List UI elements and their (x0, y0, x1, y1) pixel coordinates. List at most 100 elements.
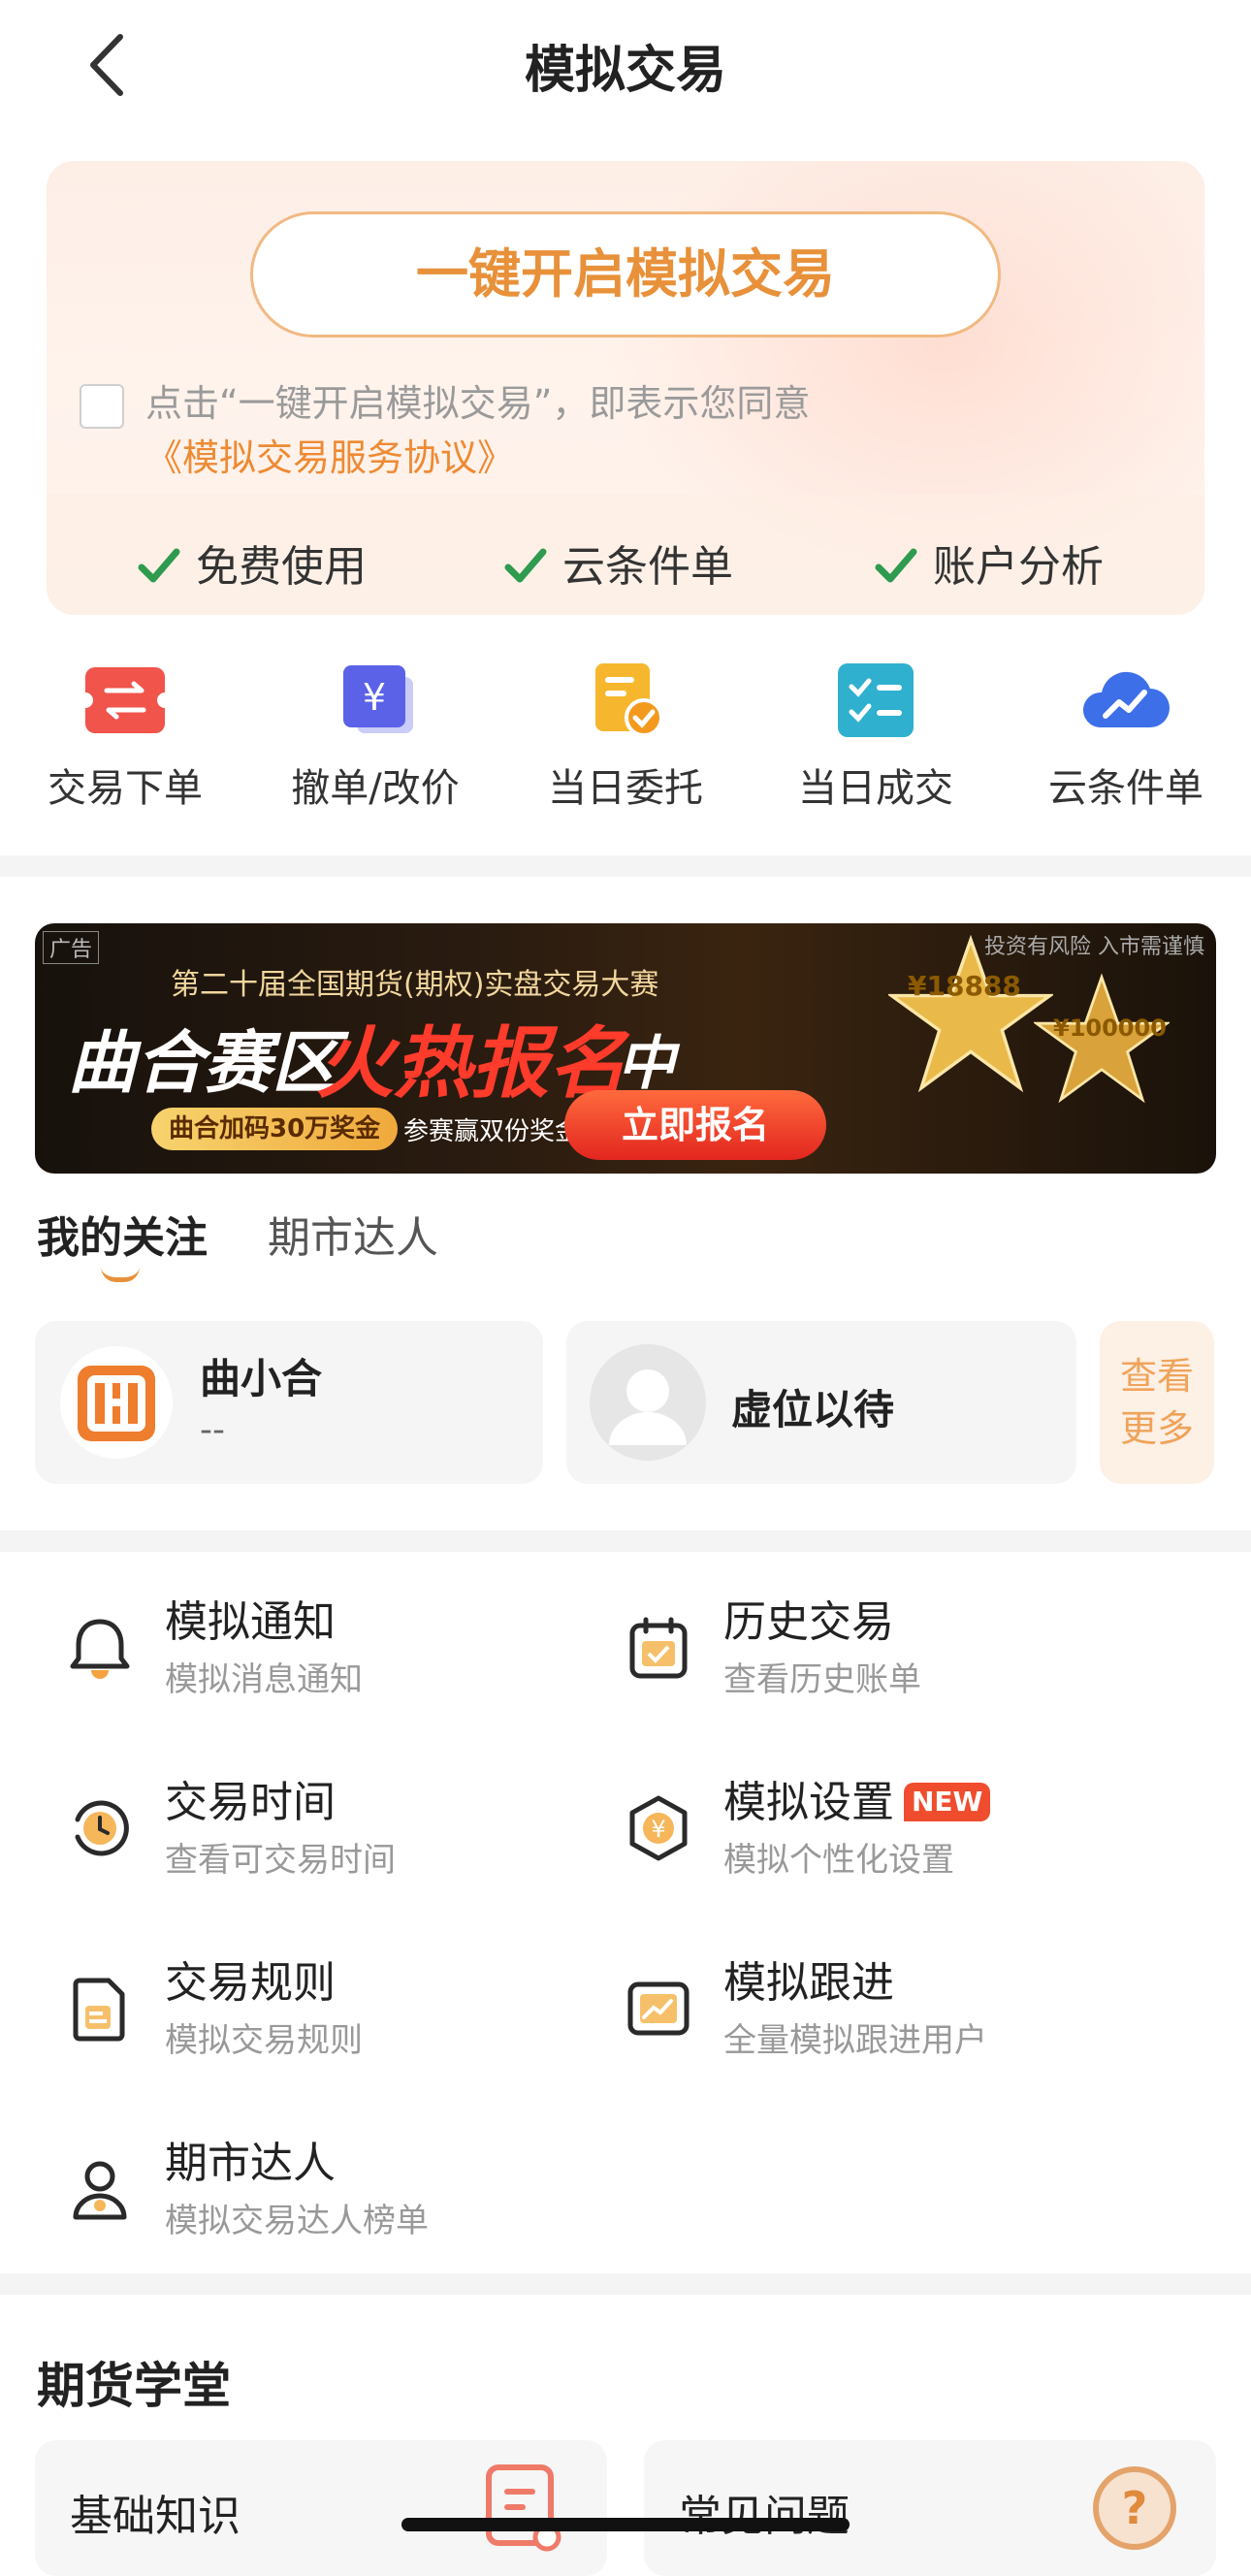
quick-action-cancel-modify[interactable]: ¥ 撤单/改价 (250, 640, 500, 813)
view-more-button[interactable]: 查看 更多 (1100, 1321, 1214, 1484)
agreement-link[interactable]: 《模拟交易服务协议》 (145, 436, 514, 479)
open-simulated-trading-button[interactable]: 一键开启模拟交易 (250, 211, 1001, 338)
yuan-card-icon: ¥ (343, 665, 413, 733)
quick-action-label: 云条件单 (1048, 766, 1203, 811)
calendar-check-icon (629, 1617, 688, 1679)
quick-action-daily-orders[interactable]: 当日委托 (500, 640, 751, 813)
feature-free: 免费使用 (136, 531, 367, 594)
menu-title: 交易规则 (165, 1958, 336, 2008)
register-now-button[interactable]: 立即报名 (564, 1090, 826, 1160)
menu-subtitle: 模拟消息通知 (165, 1660, 363, 1699)
feature-cloud-order: 云条件单 (502, 531, 733, 594)
svg-text:¥: ¥ (651, 1816, 665, 1843)
bell-icon (70, 1619, 130, 1679)
new-badge: NEW (904, 1783, 991, 1821)
menu-trading-rules[interactable]: 交易规则 模拟交易规则 (66, 1948, 609, 2083)
quick-action-label: 当日成交 (798, 766, 953, 811)
menu-subtitle: 查看可交易时间 (165, 1841, 396, 1880)
view-more-line1: 查看 (1119, 1355, 1194, 1398)
avatar (60, 1346, 173, 1459)
feature-label: 免费使用 (196, 542, 367, 592)
feature-row: 免费使用 云条件单 账户分析 (47, 495, 1204, 615)
yuan-gear-icon: ¥ (629, 1795, 688, 1861)
follow-name: 虚位以待 (731, 1386, 895, 1433)
check-icon (138, 548, 180, 583)
menu-market-experts[interactable]: 期市达人 模拟交易达人榜单 (66, 2128, 609, 2264)
menu-subtitle: 模拟交易规则 (165, 2021, 363, 2060)
cloud-trend-icon (1082, 671, 1170, 727)
quick-action-label: 撤单/改价 (291, 766, 460, 811)
banner-headline-1: 曲合赛区 (68, 1023, 339, 1103)
feature-account-analysis: 账户分析 (873, 531, 1104, 594)
menu-simulated-settings[interactable]: ¥ 模拟设置 NEW 模拟个性化设置 (625, 1767, 1168, 1903)
checklist-icon (838, 663, 914, 737)
menu-simulated-notice[interactable]: 模拟通知 模拟消息通知 (66, 1587, 609, 1723)
agreement-prefix: 点击“一键开启模拟交易”，即表示您同意 (145, 382, 811, 425)
menu-subtitle: 模拟个性化设置 (723, 1841, 954, 1880)
active-tab-indicator (101, 1267, 140, 1282)
section-divider (0, 1530, 1251, 1552)
section-divider (0, 2273, 1251, 2295)
document-icon (73, 1978, 125, 2042)
menu-subtitle: 查看历史账单 (723, 1660, 921, 1699)
school-card-basics[interactable]: 基础知识 (35, 2440, 607, 2576)
menu-simulated-follow-up[interactable]: 模拟跟进 全量模拟跟进用户 (625, 1948, 1168, 2083)
menu-title-text: 模拟设置 (723, 1778, 894, 1827)
menu-title: 模拟跟进 (723, 1958, 894, 2008)
svg-text:¥: ¥ (363, 676, 386, 719)
menu-title: 期市达人 (165, 2139, 336, 2188)
exchange-icon (85, 667, 165, 733)
quick-action-cloud-orders[interactable]: 云条件单 (1001, 640, 1251, 813)
menu-history-trades[interactable]: 历史交易 查看历史账单 (625, 1587, 1168, 1723)
banner-headline-3: 中 (617, 1030, 675, 1098)
follow-name: 曲小合 (200, 1355, 323, 1402)
menu-subtitle: 模拟交易达人榜单 (165, 2202, 429, 2240)
quick-action-place-order[interactable]: 交易下单 (0, 640, 250, 813)
quick-action-label: 交易下单 (48, 766, 203, 811)
agreement-text: 点击“一键开启模拟交易”，即表示您同意《模拟交易服务协议》 (80, 376, 1166, 485)
follow-card-quxiaohe[interactable]: 曲小合 -- (35, 1321, 543, 1484)
quick-action-daily-trades[interactable]: 当日成交 (751, 640, 1001, 813)
banner-double-bonus: 参赛赢双份奖金 (403, 1117, 581, 1146)
menu-title: 模拟设置 NEW (723, 1767, 991, 1829)
star-trophy-icon (888, 934, 1053, 1093)
order-check-icon (595, 663, 663, 737)
prize-amount-1: ¥18888 (908, 970, 1021, 1002)
banner-bonus-pill: 曲合加码30万奖金 (151, 1108, 399, 1150)
book-icon (486, 2464, 561, 2552)
header: 模拟交易 (0, 0, 1251, 126)
tab-my-follows[interactable]: 我的关注 (37, 1203, 208, 1265)
agreement-checkbox[interactable] (80, 384, 124, 429)
trend-box-icon (627, 1981, 690, 2036)
home-indicator[interactable] (401, 2518, 850, 2531)
school-card-faq[interactable]: 常见问题 ? (644, 2440, 1216, 2576)
check-icon (875, 548, 917, 583)
follow-card-placeholder[interactable]: 虚位以待 (566, 1321, 1076, 1484)
promo-card: 一键开启模拟交易 点击“一键开启模拟交易”，即表示您同意《模拟交易服务协议》 免… (47, 161, 1204, 615)
default-avatar-icon (590, 1344, 706, 1461)
follow-value: -- (200, 1410, 225, 1450)
menu-trading-hours[interactable]: 交易时间 查看可交易时间 (66, 1767, 609, 1903)
competition-banner[interactable]: 广告 投资有风险 入市需谨慎 第二十届全国期货(期权)实盘交易大赛 曲合赛区 火… (35, 923, 1216, 1174)
question-icon: ? (1093, 2466, 1176, 2550)
school-card-label: 基础知识 (70, 2492, 241, 2541)
section-divider (0, 855, 1251, 877)
view-more-line2: 更多 (1119, 1407, 1194, 1450)
banner-subtitle: 第二十届全国期货(期权)实盘交易大赛 (171, 968, 659, 1002)
menu-title: 交易时间 (165, 1778, 336, 1827)
menu-subtitle: 全量模拟跟进用户 (723, 2021, 987, 2060)
person-icon (73, 2161, 127, 2220)
feature-label: 云条件单 (562, 542, 733, 592)
feature-label: 账户分析 (933, 542, 1104, 592)
menu-title: 模拟通知 (165, 1597, 336, 1647)
quick-action-label: 当日委托 (548, 766, 703, 811)
tab-market-experts[interactable]: 期市达人 (268, 1203, 438, 1265)
section-title: 期货学堂 (37, 2358, 231, 2414)
page-title: 模拟交易 (524, 42, 726, 100)
clock-icon (75, 1800, 129, 1856)
svg-text:?: ? (1122, 2482, 1148, 2534)
school-card-label: 常见问题 (679, 2492, 850, 2541)
prize-amount-2: ¥100000 (1053, 1014, 1167, 1042)
check-icon (504, 548, 547, 583)
menu-title: 历史交易 (723, 1597, 894, 1647)
